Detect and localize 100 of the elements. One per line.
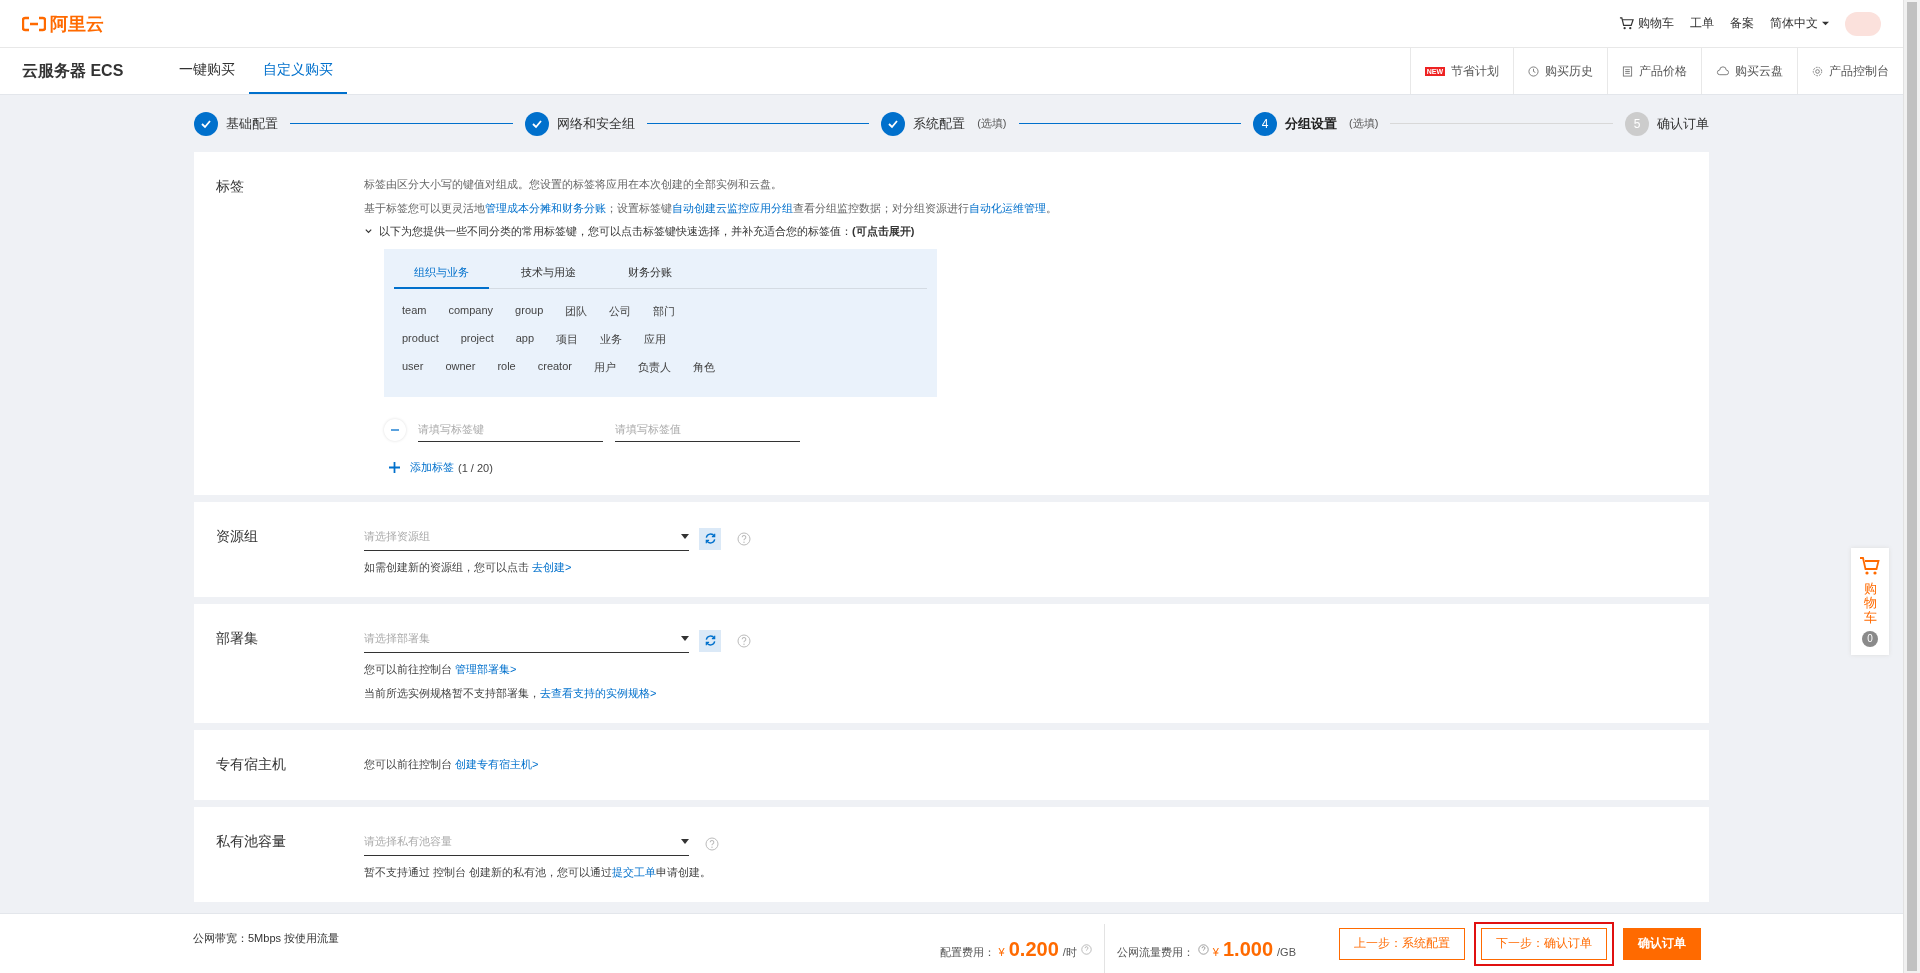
section-label: 部署集 bbox=[216, 629, 259, 648]
description-text: 基于标签您可以更灵活地管理成本分摊和财务分账；设置标签键自动创建云监控应用分组查看分组监控数据；对分组资源进行自动化运维管理。 bbox=[364, 201, 1058, 216]
bandwidth-text: 公网带宽：5Mbps 按使用流量 bbox=[193, 931, 340, 946]
tag-key[interactable]: company bbox=[448, 304, 494, 319]
help-icon[interactable] bbox=[737, 633, 751, 648]
help-icon[interactable] bbox=[737, 531, 751, 546]
document-icon bbox=[1622, 65, 1633, 77]
toolbar-link[interactable]: 产品价格 bbox=[1607, 48, 1701, 94]
text-link[interactable]: 自动创建云监控应用分组 bbox=[672, 202, 793, 214]
cart-icon bbox=[1859, 556, 1881, 576]
caret-icon bbox=[681, 838, 689, 845]
tag-key[interactable]: group bbox=[515, 304, 544, 319]
product-title: 云服务器 ECS bbox=[22, 60, 124, 81]
tag-key[interactable]: 业务 bbox=[600, 332, 623, 347]
step-label: 网络和安全组 bbox=[556, 114, 635, 133]
fee-label: 配置费用： bbox=[939, 945, 995, 960]
section-label: 标签 bbox=[216, 177, 245, 196]
text-link[interactable]: 管理成本分摊和财务分账 bbox=[485, 202, 606, 214]
fee-amount: 1.000 bbox=[1223, 938, 1274, 961]
hint-text: 您可以前往控制台 创建专有宿主机> bbox=[364, 757, 540, 772]
tag-key[interactable]: 角色 bbox=[692, 360, 715, 375]
caret-icon bbox=[681, 533, 689, 540]
text-link[interactable]: 去创建> bbox=[532, 561, 572, 573]
fee-amount: 0.200 bbox=[1008, 938, 1059, 961]
category-tab[interactable]: 组织与业务 bbox=[394, 259, 489, 289]
step-note: (选填) bbox=[977, 116, 1007, 131]
tag-key[interactable]: project bbox=[460, 332, 494, 347]
caret-icon bbox=[1822, 20, 1829, 27]
header-link[interactable]: 备案 bbox=[1730, 15, 1754, 32]
tag-key[interactable]: team bbox=[402, 304, 427, 319]
tag-key[interactable]: 团队 bbox=[565, 304, 588, 319]
tag-key[interactable]: role bbox=[497, 360, 516, 375]
text-link[interactable]: 去查看支持的实例规格> bbox=[540, 687, 657, 699]
avatar[interactable] bbox=[1845, 11, 1881, 36]
step-label: 分组设置 bbox=[1285, 114, 1338, 133]
toolbar-link[interactable]: 购买历史 bbox=[1513, 48, 1607, 94]
refresh-button[interactable] bbox=[699, 527, 721, 550]
currency-sign: ¥ bbox=[1212, 946, 1219, 958]
language-dropdown[interactable]: 简体中文 bbox=[1770, 15, 1829, 32]
cart-label: 购物车 bbox=[1863, 582, 1877, 625]
cloud-icon bbox=[1716, 66, 1729, 76]
section-label: 专有宿主机 bbox=[216, 755, 287, 774]
text-link[interactable]: 管理部署集> bbox=[455, 663, 517, 675]
product-tab[interactable]: 自定义购买 bbox=[249, 48, 348, 94]
hint-text: 暂不支持通过 控制台 创建新的私有池，您可以通过提交工单申请创建。 bbox=[364, 865, 713, 880]
tag-key[interactable]: app bbox=[515, 332, 535, 347]
tag-key[interactable]: user bbox=[402, 360, 424, 375]
help-icon[interactable] bbox=[1080, 944, 1092, 955]
caret-icon bbox=[681, 635, 689, 642]
step-note: (选填) bbox=[1349, 116, 1379, 131]
help-icon[interactable] bbox=[705, 836, 719, 851]
currency-sign: ¥ bbox=[998, 946, 1005, 958]
tag-key[interactable]: 项目 bbox=[556, 332, 579, 347]
header-link[interactable]: 工单 bbox=[1690, 15, 1714, 32]
toolbar-link[interactable]: 购买云盘 bbox=[1701, 48, 1797, 94]
logo-icon bbox=[22, 15, 46, 32]
fee-unit: /GB bbox=[1277, 946, 1296, 958]
scroll-bar[interactable] bbox=[1903, 0, 1920, 973]
tag-key[interactable]: 公司 bbox=[609, 304, 632, 319]
hint-text: 如需创建新的资源组，您可以点击 去创建> bbox=[364, 560, 573, 575]
remove-button[interactable] bbox=[384, 418, 406, 441]
tag-key[interactable]: 应用 bbox=[644, 332, 667, 347]
fee-unit: /时 bbox=[1062, 945, 1077, 960]
tag-key[interactable]: 用户 bbox=[593, 360, 616, 375]
expander-text[interactable]: 以下为您提供一些不同分类的常用标签键，您可以点击标签键快速选择，并补充适合您的标签值：(可点击展开) bbox=[379, 224, 915, 239]
plus-icon bbox=[389, 462, 400, 473]
refresh-button[interactable] bbox=[699, 629, 721, 652]
help-icon[interactable] bbox=[1197, 944, 1209, 955]
cart-link[interactable]: 购物车 bbox=[1619, 15, 1674, 32]
category-tab[interactable]: 技术与用途 bbox=[501, 259, 596, 289]
tag-count: (1 / 20) bbox=[458, 461, 493, 474]
tag-key[interactable]: 部门 bbox=[653, 304, 676, 319]
cart-count: 0 bbox=[1862, 630, 1878, 647]
text-link[interactable]: 创建专有宿主机> bbox=[455, 758, 539, 770]
step-label: 确认订单 bbox=[1657, 114, 1710, 133]
category-tab[interactable]: 财务分账 bbox=[608, 259, 692, 289]
clock-icon bbox=[1528, 65, 1539, 77]
cart-icon bbox=[1619, 16, 1634, 31]
tag-key[interactable]: 负责人 bbox=[637, 360, 671, 375]
fee-label: 公网流量费用： bbox=[1116, 945, 1194, 960]
section-label: 资源组 bbox=[216, 527, 259, 546]
step-number: 4 bbox=[1253, 111, 1278, 136]
description-text: 标签由区分大小写的键值对组成。您设置的标签将应用在本次创建的全部实例和云盘。 bbox=[364, 177, 783, 192]
hint-text: 您可以前往控制台 管理部署集> bbox=[364, 662, 518, 677]
text-link[interactable]: 提交工单 bbox=[612, 866, 657, 878]
settings-icon bbox=[1812, 65, 1823, 77]
step-label: 基础配置 bbox=[226, 114, 278, 133]
section-label: 私有池容量 bbox=[216, 832, 287, 851]
text-link[interactable]: 自动化运维管理 bbox=[969, 202, 1046, 214]
chevron-icon[interactable] bbox=[364, 227, 373, 236]
product-tab[interactable]: 一键购买 bbox=[165, 48, 250, 94]
tag-key[interactable]: creator bbox=[537, 360, 572, 375]
add-tag-button[interactable]: 添加标签 bbox=[384, 460, 454, 475]
logo-text: 阿里云 bbox=[50, 12, 104, 36]
tag-key[interactable]: owner bbox=[445, 360, 476, 375]
refresh-icon bbox=[703, 532, 717, 545]
refresh-icon bbox=[703, 634, 717, 647]
step-label: 系统配置 bbox=[913, 114, 966, 133]
tag-key[interactable]: product bbox=[402, 332, 439, 347]
hint-text: 当前所选实例规格暂不支持部署集，去查看支持的实例规格> bbox=[364, 686, 658, 701]
